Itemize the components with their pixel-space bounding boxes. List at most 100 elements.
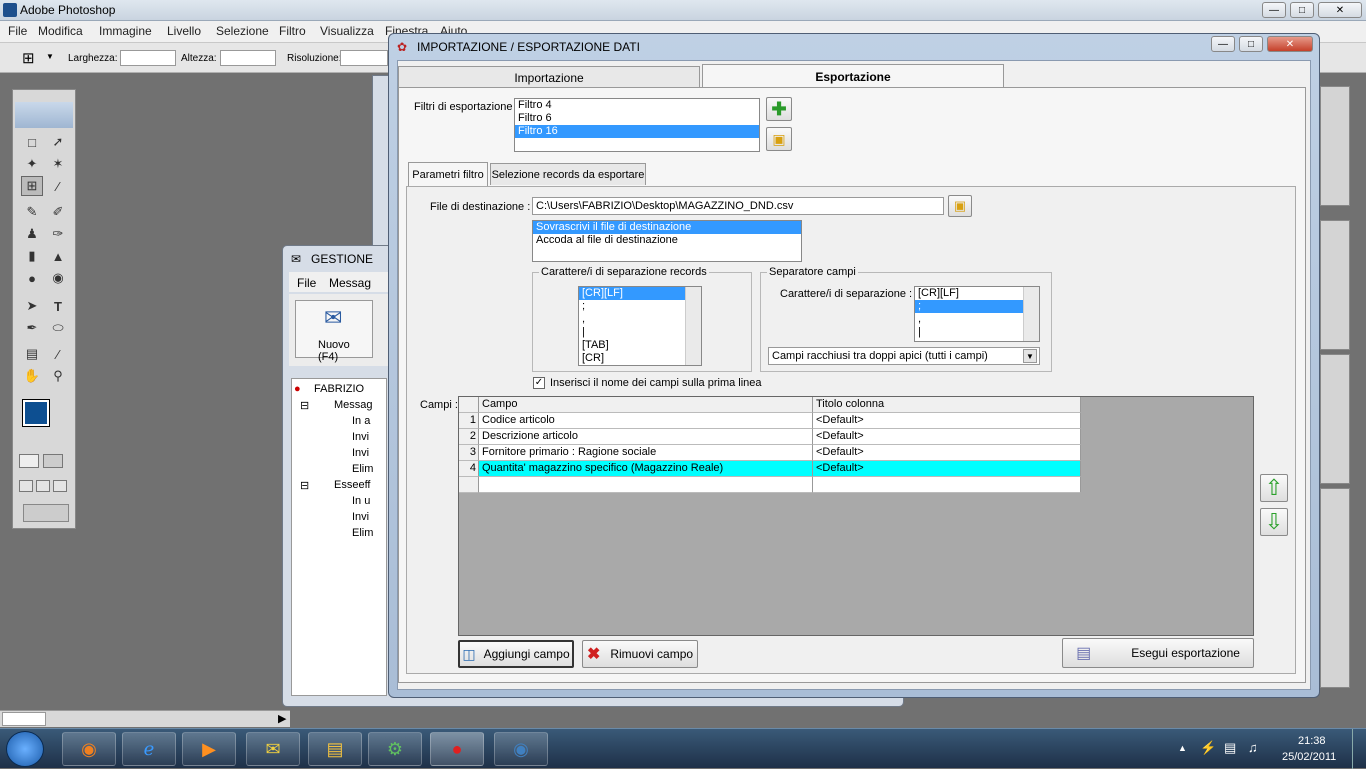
messenger-taskbar-icon[interactable]: ✉ [246,732,300,766]
pen-tool-icon[interactable]: ✒ [21,318,43,338]
status-arrow-icon[interactable]: ▶ [278,712,286,725]
lasso-tool-icon[interactable]: ✦ [21,154,43,174]
dodge-tool-icon[interactable]: ◉ [47,268,69,288]
dest-file-field[interactable]: C:\Users\FABRIZIO\Desktop\MAGAZZINO_DND.… [532,197,944,215]
foreground-color-swatch[interactable] [22,399,50,427]
maximize-button[interactable]: □ [1290,2,1314,18]
history-brush-icon[interactable]: ✑ [47,224,69,244]
explorer-taskbar-icon[interactable]: ▤ [308,732,362,766]
table-cell-titolo[interactable]: <Default> [813,461,1081,477]
menu-file[interactable]: File [8,24,27,38]
menu-filtro[interactable]: Filtro [279,24,306,38]
row-number[interactable] [459,477,479,493]
browse-dest-button[interactable]: ▣ [948,195,972,217]
list-item[interactable]: Filtro 4 [515,99,759,112]
dialog-maximize-button[interactable]: □ [1239,36,1263,52]
header-checkbox[interactable]: ✓ [533,377,545,389]
list-item[interactable]: | [579,326,701,339]
standard-mode-icon[interactable] [19,454,39,468]
screen-mode-icon[interactable] [36,480,50,492]
menu-livello[interactable]: Livello [167,24,201,38]
table-cell-titolo[interactable]: <Default> [813,429,1081,445]
tray-alert-icon[interactable]: ⚡ [1200,740,1216,756]
dialog-close-button[interactable]: ✕ [1267,36,1313,52]
row-number[interactable]: 2 [459,429,479,445]
list-item[interactable]: [CR][LF] [915,287,1039,300]
tree-item[interactable]: In a [352,415,370,427]
table-cell-campo[interactable]: Fornitore primario : Ragione sociale [479,445,813,461]
marquee-tool-icon[interactable]: □ [21,132,43,152]
field-separator-list[interactable]: [CR][LF] ; , | [914,286,1040,342]
photoshop-taskbar-icon[interactable]: ◉ [494,732,548,766]
menu-selezione[interactable]: Selezione [216,24,269,38]
move-up-button[interactable]: ⇧ [1260,474,1288,502]
blur-tool-icon[interactable]: ● [21,268,43,288]
stamp-tool-icon[interactable]: ♟ [21,224,43,244]
tree-item[interactable]: Invi [352,431,369,443]
tab-esportazione[interactable]: Esportazione [702,64,1004,88]
bucket-tool-icon[interactable]: ▲ [47,246,69,266]
start-button[interactable] [6,731,44,767]
add-field-button[interactable]: ◫ Aggiungi campo [458,640,574,668]
move-tool-icon[interactable]: ➚ [47,132,69,152]
close-button[interactable]: ✕ [1318,2,1362,18]
list-item[interactable]: Accoda al file di destinazione [533,234,801,247]
tab-selezione-records[interactable]: Selezione records da esportare [490,163,646,185]
screen-mode-icon[interactable] [53,480,67,492]
list-item[interactable]: Filtro 6 [515,112,759,125]
zoom-tool-icon[interactable]: ⚲ [47,366,69,386]
list-item[interactable]: , [579,313,701,326]
menu-modifica[interactable]: Modifica [38,24,83,38]
resolution-field[interactable] [340,50,388,66]
strawberry-taskbar-icon[interactable]: ● [430,732,484,766]
column-header-titolo[interactable]: Titolo colonna [813,397,1081,413]
table-cell-titolo[interactable]: <Default> [813,413,1081,429]
list-item[interactable]: [CR] [579,352,701,365]
jump-to-imageready-icon[interactable] [23,504,69,522]
open-filter-button[interactable]: ▣ [766,127,792,151]
tree-item[interactable]: Invi [352,447,369,459]
list-item[interactable]: [TAB] [579,339,701,352]
menu-immagine[interactable]: Immagine [99,24,152,38]
table-cell-titolo[interactable]: <Default> [813,445,1081,461]
dialog-minimize-button[interactable]: — [1211,36,1235,52]
quickmask-mode-icon[interactable] [43,454,63,468]
record-separator-list[interactable]: [CR][LF] ; , | [TAB] [CR] [578,286,702,366]
screen-mode-icon[interactable] [19,480,33,492]
crop-tool-icon[interactable]: ⊞ [22,49,35,67]
filters-list[interactable]: Filtro 4 Filtro 6 Filtro 16 [514,98,760,152]
network-taskbar-icon[interactable]: ⚙ [368,732,422,766]
list-item[interactable]: Sovrascrivi il file di destinazione [533,221,801,234]
ie-taskbar-icon[interactable]: ℯ [122,732,176,766]
clock-date[interactable]: 25/02/2011 [1282,751,1336,763]
tree-group-label[interactable]: Esseeff [334,479,371,491]
healing-brush-icon[interactable]: ✎ [21,202,43,222]
show-desktop-button[interactable] [1352,729,1366,769]
quote-mode-select[interactable]: Campi racchiusi tra doppi apici (tutti i… [768,347,1040,365]
table-cell-campo[interactable]: Descrizione articolo [479,429,813,445]
list-item[interactable]: ; [579,300,701,313]
tray-expand-icon[interactable]: ▲ [1178,743,1187,753]
move-down-button[interactable]: ⇩ [1260,508,1288,536]
add-filter-button[interactable]: ✚ [766,97,792,121]
run-export-button[interactable]: ▤ Esegui esportazione [1062,638,1254,668]
tree-root-label[interactable]: FABRIZIO [314,383,364,395]
notes-tool-icon[interactable]: ▤ [21,344,43,364]
crop-tool-icon[interactable]: ⊞ [21,176,43,196]
scrollbar[interactable] [1023,287,1039,341]
chevron-down-icon[interactable]: ▼ [1023,349,1037,363]
gestione-menu-messaggi[interactable]: Messag [329,276,371,290]
dest-mode-list[interactable]: Sovrascrivi il file di destinazione Acco… [532,220,802,262]
table-cell-new[interactable] [813,477,1081,493]
table-cell-new[interactable] [479,477,813,493]
tree-collapse-icon[interactable]: ⊟ [300,399,309,412]
magic-wand-icon[interactable]: ✶ [47,154,69,174]
table-cell-campo[interactable]: Codice articolo [479,413,813,429]
type-tool-icon[interactable]: T [47,296,69,316]
chevron-down-icon[interactable]: ▼ [46,52,54,61]
tree-group-label[interactable]: Messag [334,399,373,411]
network-signal-icon[interactable]: ▤ [1224,740,1236,756]
hand-tool-icon[interactable]: ✋ [21,366,43,386]
clock-time[interactable]: 21:38 [1298,735,1326,747]
row-number[interactable]: 3 [459,445,479,461]
